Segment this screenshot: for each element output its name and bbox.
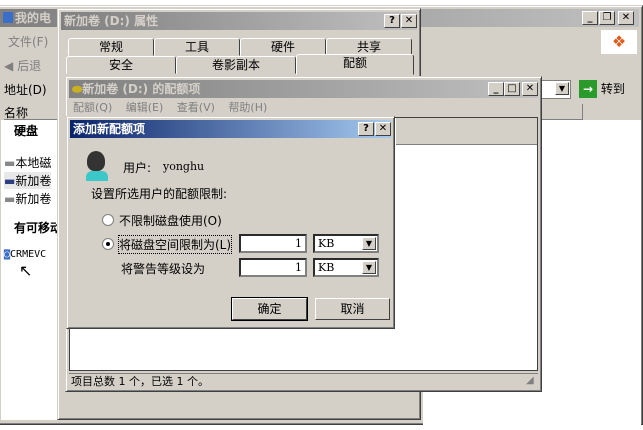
dialog-title: 添加新配额项 [73, 122, 146, 136]
drive-label: 本地磁 [15, 156, 52, 170]
restore-button[interactable]: ❐ [599, 11, 615, 25]
close-button[interactable]: ✕ [375, 122, 391, 136]
drive-label: 新加卷 [15, 174, 52, 188]
section-hard-disks: 硬盘 [14, 124, 39, 138]
quota-title: 新加卷 (D:) 的配额项 [82, 82, 201, 96]
menu-quota[interactable]: 配额(Q) [73, 101, 112, 114]
tab-tools[interactable]: 工具 [154, 38, 240, 56]
drive-icon: ⬬ [72, 82, 83, 96]
close-button[interactable]: ✕ [401, 14, 417, 28]
help-button[interactable]: ? [384, 14, 400, 28]
go-arrow-icon: → [579, 80, 597, 98]
warning-value-input[interactable]: 1 [239, 258, 307, 277]
limit-value-input[interactable]: 1 [239, 234, 307, 253]
cancel-button[interactable]: 取消 [315, 298, 390, 320]
user-avatar-icon [85, 151, 109, 181]
column-header-name[interactable]: 名称 [4, 104, 58, 120]
drive-label: 新加卷 [15, 192, 52, 206]
chevron-down-icon[interactable]: ▼ [362, 261, 376, 274]
no-limit-label[interactable]: 不限制磁盘使用(O) [119, 212, 222, 229]
back-label: 后退 [17, 59, 42, 73]
limit-unit-select[interactable]: KB ▼ [313, 234, 379, 253]
menu-view[interactable]: 查看(V) [177, 101, 215, 114]
resize-grip-icon[interactable]: ◢ [526, 375, 534, 386]
limit-unit-value: KB [318, 237, 335, 250]
mouse-cursor-icon: ↖ [19, 261, 33, 280]
list-column-header[interactable] [396, 118, 537, 145]
dialog-title-bar: 添加新配额项 [70, 120, 391, 138]
drive-icon: ▬ [4, 174, 16, 188]
user-name: yonghu [163, 160, 205, 173]
address-bar[interactable]: ▼ [537, 80, 571, 99]
warning-label: 将警告等级设为 [121, 262, 206, 276]
maximize-button[interactable]: □ [504, 82, 520, 96]
status-bar: 项目总数 1 个，已选 1 个。 [69, 373, 538, 389]
drive-item[interactable]: ▬本地磁 [4, 154, 51, 171]
close-button[interactable]: ✕ [618, 11, 634, 25]
back-arrow-icon: ◀ [4, 59, 14, 73]
menu-edit[interactable]: 编辑(E) [126, 101, 164, 114]
warning-unit-select[interactable]: KB ▼ [313, 258, 379, 277]
limit-label[interactable]: 将磁盘空间限制为(L) [117, 235, 233, 254]
tab-shadow-copies[interactable]: 卷影副本 [176, 56, 296, 74]
go-label: 转到 [600, 82, 625, 96]
minimize-button[interactable]: _ [582, 11, 598, 25]
no-limit-radio[interactable] [102, 214, 114, 226]
properties-title-bar: 新加卷 (D:) 属性 [61, 12, 417, 30]
drive-item[interactable]: ▬新加卷 [4, 190, 51, 207]
limit-radio[interactable] [102, 238, 114, 250]
cd-label: CRMEVC [10, 249, 47, 260]
chevron-down-icon[interactable]: ▼ [362, 237, 376, 250]
menu-help[interactable]: 帮助(H) [228, 101, 267, 114]
tab-general[interactable]: 常规 [68, 38, 154, 56]
cd-item[interactable]: ◙CRMEVC [4, 249, 46, 260]
explorer-title: 我的电 [15, 11, 52, 25]
computer-icon [3, 12, 13, 23]
minimize-button[interactable]: _ [488, 82, 504, 96]
drive-item[interactable]: ▬新加卷 [4, 172, 52, 189]
ok-button[interactable]: 确定 [231, 297, 308, 321]
drive-icon: ▬ [4, 192, 16, 206]
tab-security[interactable]: 安全 [66, 56, 176, 74]
windows-logo-icon: ❖ [601, 30, 637, 54]
quota-title-bar: ⬬新加卷 (D:) 的配额项 [69, 80, 538, 98]
menu-file[interactable]: 文件(F) [8, 33, 48, 50]
tab-quota[interactable]: 配额 [296, 54, 414, 75]
properties-title: 新加卷 (D:) 属性 [64, 14, 159, 28]
back-button[interactable]: ◀ 后退 [4, 57, 41, 74]
close-button[interactable]: ✕ [522, 82, 538, 96]
help-button[interactable]: ? [358, 122, 374, 136]
add-quota-dialog: 添加新配额项 ? ✕ 用户: yonghu 设置所选用户的配额限制: 不限制磁盘… [66, 116, 395, 329]
go-button[interactable]: → 转到 [579, 80, 625, 98]
address-label: 地址(D) [4, 83, 47, 97]
menu-bar: 配额(Q) 编辑(E) 查看(V) 帮助(H) [73, 99, 267, 115]
drive-icon: ▬ [4, 156, 16, 170]
section-removable: 有可移动 [14, 221, 63, 235]
user-label: 用户: [123, 161, 152, 175]
quota-prompt: 设置所选用户的配额限制: [91, 187, 228, 201]
warning-unit-value: KB [318, 261, 335, 274]
address-dropdown-icon[interactable]: ▼ [555, 82, 569, 95]
